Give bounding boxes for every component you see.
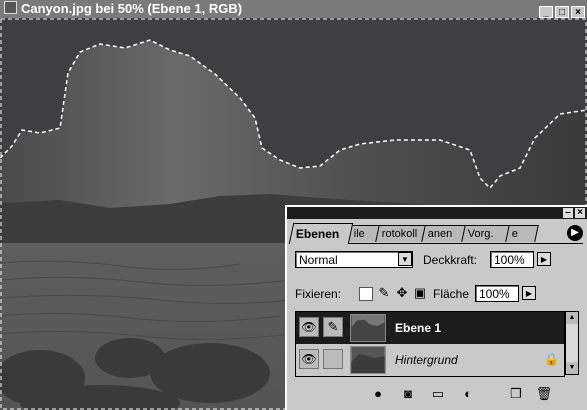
window-controls: _ □ × [537,2,585,18]
new-set-icon[interactable]: ▭ [429,385,447,403]
layer-style-icon[interactable]: ● [369,385,387,403]
brush-slot[interactable] [323,349,343,369]
tab-pfade[interactable]: anen [421,225,467,242]
lock-transparency-icon[interactable] [359,287,373,301]
fill-label: Fläche [433,287,470,301]
blend-mode-dropdown-icon[interactable]: ▼ [398,252,412,266]
adjustment-layer-icon[interactable]: ◐ [459,385,477,403]
palette-minimize-button[interactable]: – [563,208,573,218]
thumb-rock [351,354,385,373]
layer-thumbnail [350,346,386,374]
layer-name: Ebene 1 [395,321,442,335]
opacity-slider-button[interactable]: ▶ [537,252,551,266]
tab-vorgaenge[interactable]: Vorg. [461,225,511,242]
image-window: Canyon.jpg bei 50% (Ebene 1, RGB) _□× [0,0,587,410]
opacity-input[interactable]: 100% [490,251,534,268]
lock-icon: 🔒 [544,352,559,366]
close-button[interactable]: × [571,6,585,18]
palette-tabs: Ebenen ile rotokoll anen Vorg. e ▶ [288,223,583,244]
lock-image-brush-icon[interactable]: ✎ [377,285,391,301]
mask-icon[interactable]: ◙ [399,385,417,403]
tab-info[interactable]: e [505,225,539,242]
blend-row: Normal ▼ Deckkraft: 100% ▶ [295,251,581,269]
visibility-eye-icon[interactable]: 👁 [299,317,319,337]
new-layer-icon[interactable]: ❐ [507,385,525,403]
palette-menu-button[interactable]: ▶ [567,225,583,241]
palette-bottom-bar: ● ◙ ▭ ◐ ❐ 🗑 [295,383,581,405]
palette-close-button[interactable]: × [575,208,585,218]
opacity-label: Deckkraft: [423,253,478,267]
layer-thumbnail [350,314,386,342]
minimize-button[interactable]: _ [539,6,553,18]
scroll-down-icon[interactable]: ▼ [566,362,578,374]
lock-all-icon[interactable]: ▣ [413,285,427,301]
brush-icon[interactable]: ✎ [323,317,343,337]
lock-row: Fixieren: ✎ ✥ ▣ Fläche 100% ▶ [295,285,581,303]
scroll-up-icon[interactable]: ▲ [566,312,578,324]
document-icon [4,1,17,14]
trash-icon[interactable]: 🗑 [535,385,553,403]
layer-row-hintergrund[interactable]: 👁 Hintergrund 🔒 [296,344,564,376]
maximize-button[interactable]: □ [555,6,569,18]
fill-slider-button[interactable]: ▶ [522,286,536,300]
lock-position-move-icon[interactable]: ✥ [395,285,409,301]
visibility-eye-icon[interactable]: 👁 [299,349,319,369]
layer-row-ebene-1[interactable]: 👁 ✎ Ebene 1 [296,312,564,344]
tab-protokoll[interactable]: rotokoll [375,225,427,242]
palette-titlebar[interactable]: – × [287,207,587,219]
title-bar[interactable]: Canyon.jpg bei 50% (Ebene 1, RGB) _ □ × [0,0,587,18]
lock-label: Fixieren: [295,287,342,301]
window-title: Canyon.jpg bei 50% (Ebene 1, RGB) [21,1,243,16]
layer-name: Hintergrund [395,353,458,367]
tab-ebenen[interactable]: Ebenen [288,223,354,244]
layers-list: 👁 ✎ Ebene 1 👁 Hintergrund 🔒 [295,311,565,377]
fill-input[interactable]: 100% [475,285,519,302]
layers-scrollbar[interactable]: ▲ ▼ [565,311,579,375]
blend-mode-select[interactable]: Normal [295,251,413,268]
layers-palette: – × Ebenen ile rotokoll anen Vorg. e ▶ N… [285,205,587,410]
blend-mode-value: Normal [299,253,338,267]
